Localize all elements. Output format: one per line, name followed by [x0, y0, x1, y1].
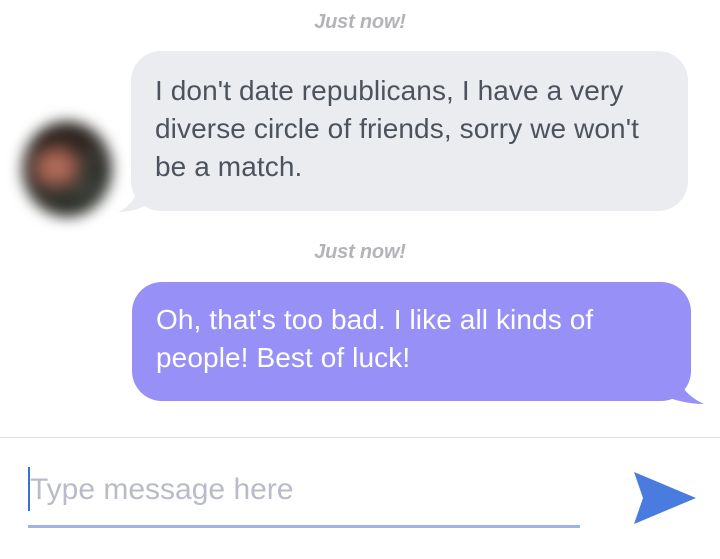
- text-caret: [28, 467, 30, 511]
- send-icon: [634, 472, 696, 524]
- message-timestamp: Just now!: [314, 11, 406, 33]
- composer-divider: [0, 437, 720, 438]
- contact-avatar[interactable]: [22, 121, 112, 217]
- message-timestamp: Just now!: [314, 241, 406, 263]
- send-button[interactable]: [626, 466, 700, 526]
- sent-message-bubble: Oh, that's too bad. I like all kinds of …: [132, 282, 691, 401]
- sent-message-text: Oh, that's too bad. I like all kinds of …: [156, 304, 594, 373]
- received-message-bubble: I don't date republicans, I have a very …: [131, 51, 688, 211]
- message-input[interactable]: [28, 464, 580, 516]
- received-message-text: I don't date republicans, I have a very …: [155, 75, 640, 182]
- input-underline: [28, 525, 580, 528]
- message-composer: [28, 464, 580, 530]
